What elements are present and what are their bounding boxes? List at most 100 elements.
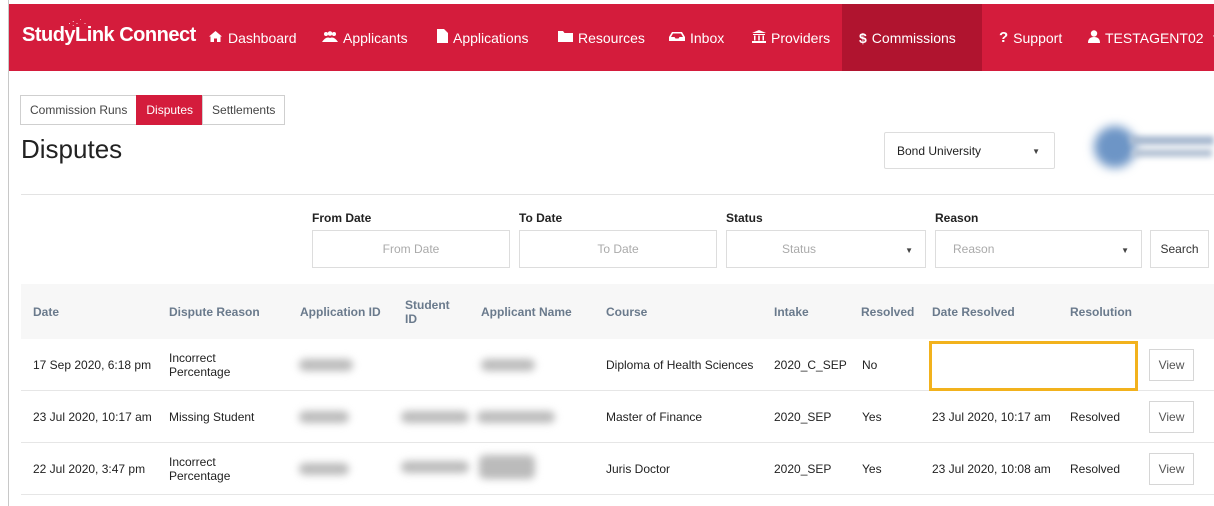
nav-label: TESTAGENT02 xyxy=(1105,29,1204,46)
table-row: 23 Jul 2020, 10:17 am Missing Student Ma… xyxy=(21,391,1214,443)
cell-course: Juris Doctor xyxy=(606,461,671,476)
nav-user-menu[interactable]: TESTAGENT02 ▼ xyxy=(1088,4,1214,71)
status-placeholder: Status xyxy=(782,242,817,256)
reason-label: Reason xyxy=(935,211,979,225)
commission-subtabs: Commission Runs Disputes Settlements xyxy=(20,95,286,125)
tab-commission-runs[interactable]: Commission Runs xyxy=(20,95,138,125)
home-icon xyxy=(208,30,223,46)
from-date-input[interactable]: From Date xyxy=(312,230,510,268)
nav-dashboard[interactable]: Dashboard xyxy=(208,4,297,71)
to-date-label: To Date xyxy=(519,211,563,225)
nav-support[interactable]: ? Support xyxy=(999,4,1062,71)
nav-applications[interactable]: Applications xyxy=(437,4,529,71)
nav-commissions[interactable]: $ Commissions xyxy=(842,4,982,71)
cell-date-resolved: 23 Jul 2020, 10:17 am xyxy=(932,409,1051,424)
col-resolved[interactable]: Resolved xyxy=(861,284,914,339)
user-icon xyxy=(1088,29,1100,46)
nav-inbox[interactable]: Inbox xyxy=(669,4,724,71)
provider-select[interactable]: Bond University ▼ xyxy=(884,132,1055,169)
redacted-applicant-name xyxy=(477,411,555,423)
cell-reason: Incorrect Percentage xyxy=(169,454,231,483)
nav-label: Support xyxy=(1013,29,1063,46)
search-button[interactable]: Search xyxy=(1150,230,1209,268)
tab-settlements[interactable]: Settlements xyxy=(202,95,286,125)
redacted-student-id xyxy=(401,461,469,473)
nav-providers[interactable]: Providers xyxy=(752,4,830,71)
to-date-input[interactable]: To Date xyxy=(519,230,717,268)
reason-placeholder: Reason xyxy=(953,242,995,256)
nav-label: Resources xyxy=(578,29,645,46)
cell-resolved: Yes xyxy=(862,409,882,424)
col-date-resolved[interactable]: Date Resolved xyxy=(932,284,1015,339)
brand-logo[interactable]: ·:·˙· StudyLink Connect xyxy=(22,18,196,54)
col-student-id[interactable]: Student ID xyxy=(405,284,453,339)
cell-resolution: Resolved xyxy=(1070,461,1121,476)
cell-course: Master of Finance xyxy=(606,409,703,424)
nav-label: Commissions xyxy=(871,29,956,46)
redacted-applicant-name xyxy=(481,359,535,371)
view-button[interactable]: View xyxy=(1149,349,1194,381)
nav-applicants[interactable]: Applicants xyxy=(322,4,408,71)
question-icon: ? xyxy=(999,29,1009,46)
cell-reason: Missing Student xyxy=(169,409,255,424)
page-edge xyxy=(8,0,9,506)
cell-resolution: Resolved xyxy=(1070,409,1121,424)
users-icon xyxy=(322,30,338,45)
tab-disputes[interactable]: Disputes xyxy=(136,95,204,125)
redacted-application-id xyxy=(299,359,353,371)
cell-course: Diploma of Health Sciences xyxy=(606,357,754,372)
nav-resources[interactable]: Resources xyxy=(558,4,645,71)
dollar-icon: $ xyxy=(859,29,867,46)
redacted-applicant-name xyxy=(479,455,535,479)
col-date[interactable]: Date xyxy=(33,284,59,339)
cell-intake: 2020_SEP xyxy=(774,409,832,424)
cell-intake: 2020_SEP xyxy=(774,461,832,476)
status-label: Status xyxy=(726,211,763,225)
cell-date: 22 Jul 2020, 3:47 pm xyxy=(33,461,146,476)
nav-label: Applicants xyxy=(343,29,408,46)
table-header: Date Dispute Reason Application ID Stude… xyxy=(21,284,1214,339)
table-row: 22 Jul 2020, 3:47 pm Incorrect Percentag… xyxy=(21,443,1214,495)
col-intake[interactable]: Intake xyxy=(774,284,809,339)
cell-date-resolved: 23 Jul 2020, 10:08 am xyxy=(932,461,1051,476)
cell-reason: Incorrect Percentage xyxy=(169,350,231,379)
view-button[interactable]: View xyxy=(1149,453,1194,485)
highlight-box xyxy=(929,341,1138,391)
brand-sparkle: ·:·˙· xyxy=(68,18,88,28)
institution-icon xyxy=(752,29,766,46)
inbox-icon xyxy=(669,30,685,45)
col-course[interactable]: Course xyxy=(606,284,647,339)
chevron-down-icon: ▼ xyxy=(1121,246,1129,255)
from-date-label: From Date xyxy=(312,211,372,225)
col-application-id[interactable]: Application ID xyxy=(300,284,381,339)
chevron-down-icon: ▼ xyxy=(1032,147,1040,156)
cell-date: 23 Jul 2020, 10:17 am xyxy=(33,409,152,424)
col-resolution[interactable]: Resolution xyxy=(1070,284,1132,339)
file-icon xyxy=(437,29,448,46)
divider xyxy=(21,194,1214,195)
cell-resolved: No xyxy=(862,357,878,372)
redacted-application-id xyxy=(299,411,349,423)
nav-label: Providers xyxy=(771,29,831,46)
folder-icon xyxy=(558,30,573,45)
col-applicant-name[interactable]: Applicant Name xyxy=(481,284,572,339)
redacted-student-id xyxy=(401,411,469,423)
brand-name: StudyLink Connect xyxy=(22,24,196,46)
provider-select-value: Bond University xyxy=(897,143,982,158)
reason-select[interactable]: Reason ▼ xyxy=(935,230,1142,268)
redacted-application-id xyxy=(299,463,349,475)
cell-intake: 2020_C_SEP xyxy=(774,357,847,372)
to-date-placeholder: To Date xyxy=(597,242,639,256)
provider-logo xyxy=(1092,122,1214,174)
status-select[interactable]: Status ▼ xyxy=(726,230,926,268)
view-button[interactable]: View xyxy=(1149,401,1194,433)
col-dispute-reason[interactable]: Dispute Reason xyxy=(169,284,260,339)
top-navbar: ·:·˙· StudyLink Connect Dashboard Applic… xyxy=(9,4,1214,71)
nav-label: Dashboard xyxy=(228,29,297,46)
cell-resolved: Yes xyxy=(862,461,882,476)
nav-label: Applications xyxy=(453,29,529,46)
nav-label: Inbox xyxy=(690,29,725,46)
from-date-placeholder: From Date xyxy=(382,242,440,256)
page-title: Disputes xyxy=(21,134,123,164)
cell-date: 17 Sep 2020, 6:18 pm xyxy=(33,357,152,372)
